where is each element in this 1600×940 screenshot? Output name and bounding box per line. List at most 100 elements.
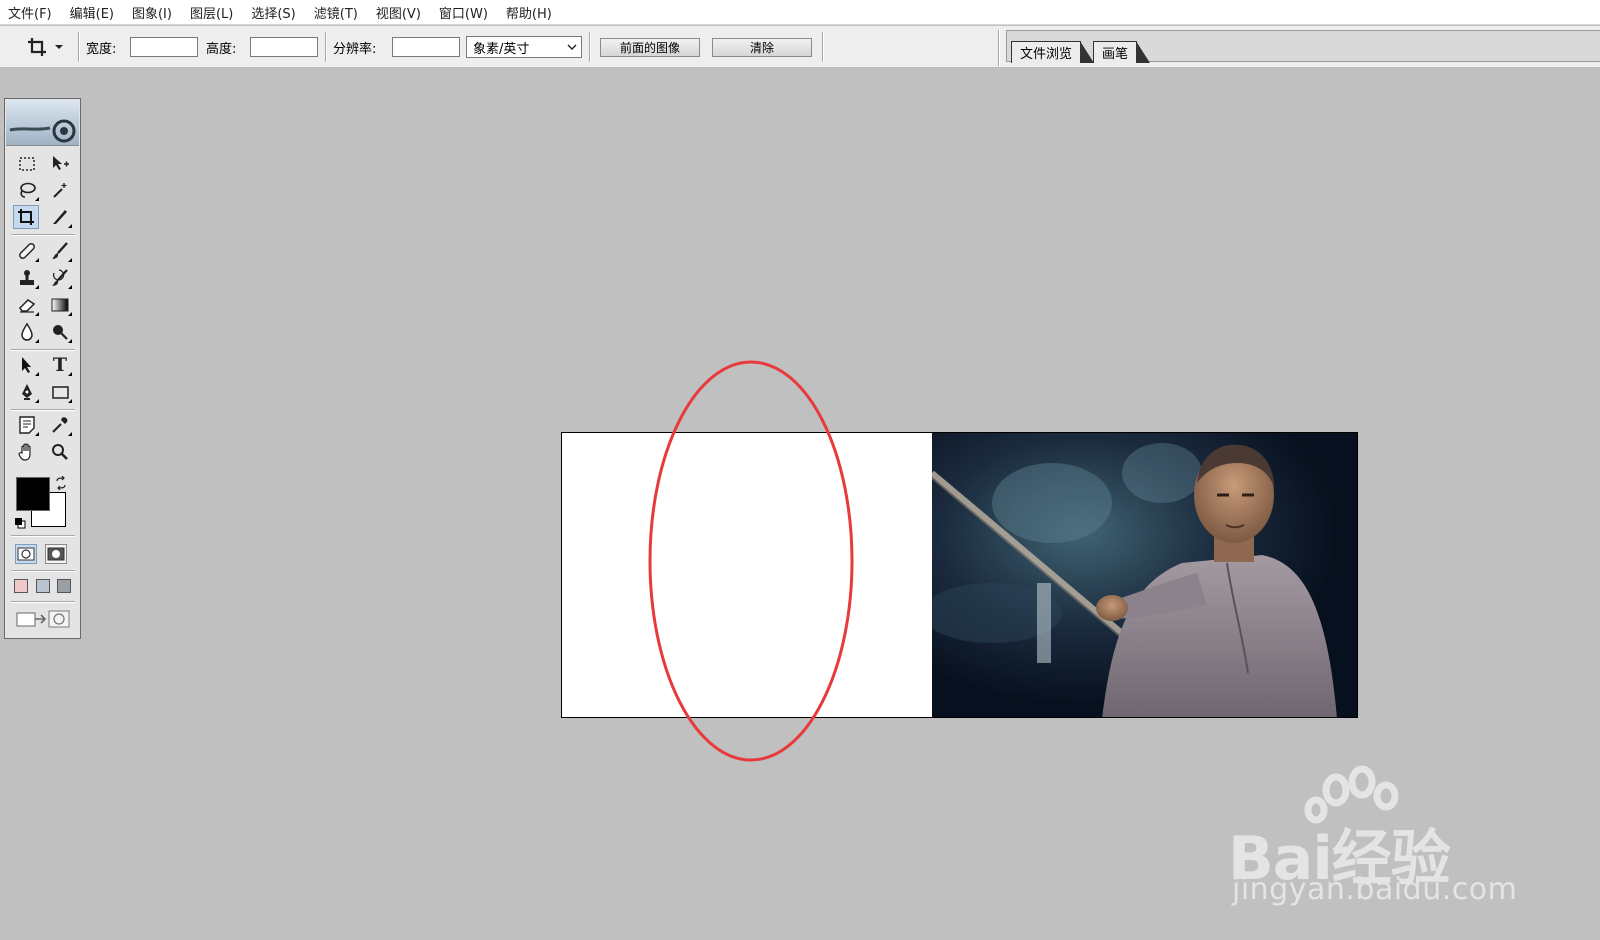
healing-brush-tool[interactable]	[14, 239, 40, 263]
shape-tool[interactable]	[47, 380, 73, 404]
chevron-down-icon	[567, 44, 577, 50]
move-tool[interactable]	[47, 152, 73, 176]
toolbox-divider	[11, 535, 75, 537]
menu-select[interactable]: 选择(S)	[251, 3, 295, 22]
jump-to-icon	[16, 610, 70, 628]
magic-wand-tool[interactable]	[47, 178, 73, 202]
path-selection-tool[interactable]	[14, 353, 40, 377]
toolbox-header[interactable]	[6, 100, 79, 146]
jump-to-imageready-button[interactable]	[15, 608, 73, 630]
type-tool[interactable]: T	[47, 353, 73, 377]
tool-options-bar: 宽度: 高度: 分辨率: 象素/英寸 前面的图像 清除 文件浏览 画笔	[0, 26, 1600, 68]
dodge-icon	[53, 325, 68, 340]
type-icon: T	[52, 354, 68, 376]
menu-layer[interactable]: 图层(L)	[190, 3, 233, 22]
tab-brushes[interactable]: 画笔	[1093, 41, 1151, 63]
standard-screen-mode-button[interactable]	[14, 579, 28, 593]
front-image-button[interactable]: 前面的图像	[600, 37, 700, 57]
width-field[interactable]	[130, 37, 198, 57]
crop-tool[interactable]	[13, 205, 39, 229]
slice-tool[interactable]	[47, 205, 73, 229]
default-colors-icon[interactable]	[14, 517, 26, 529]
resolution-unit-value: 象素/英寸	[473, 41, 530, 57]
toolbox-divider	[11, 601, 75, 603]
width-label: 宽度:	[86, 41, 117, 57]
zoom-tool[interactable]	[47, 440, 73, 464]
divider	[998, 30, 1000, 66]
crop-icon	[18, 209, 34, 225]
gradient-icon	[51, 298, 69, 312]
chevron-down-icon	[55, 45, 63, 49]
tab-file-browser[interactable]: 文件浏览	[1011, 41, 1095, 63]
palette-well: 文件浏览 画笔	[1006, 30, 1600, 63]
divider	[78, 32, 80, 62]
resolution-label: 分辨率:	[333, 41, 377, 57]
menu-edit[interactable]: 编辑(E)	[70, 3, 114, 22]
resolution-unit-select[interactable]: 象素/英寸	[466, 36, 582, 58]
history-brush-tool[interactable]	[47, 266, 73, 290]
toolbox-divider	[11, 234, 75, 236]
clone-stamp-tool[interactable]	[14, 266, 40, 290]
foreground-color-swatch[interactable]	[16, 477, 50, 511]
full-screen-menu-mode-button[interactable]	[36, 579, 50, 593]
menu-file[interactable]: 文件(F)	[8, 3, 52, 22]
toolbox-divider	[11, 409, 75, 411]
hand-tool[interactable]	[14, 440, 40, 464]
eraser-tool[interactable]	[14, 293, 40, 317]
menu-bar: 文件(F) 编辑(E) 图象(I) 图层(L) 选择(S) 滤镜(T) 视图(V…	[0, 0, 1600, 25]
menu-filter[interactable]: 滤镜(T)	[314, 3, 358, 22]
gradient-tool[interactable]	[47, 293, 73, 317]
clear-button[interactable]: 清除	[712, 37, 812, 57]
eyedropper-tool[interactable]	[47, 413, 73, 437]
height-label: 高度:	[206, 41, 237, 57]
marquee-tool[interactable]	[14, 152, 40, 176]
menu-view[interactable]: 视图(V)	[376, 3, 421, 22]
swap-colors-icon[interactable]	[54, 476, 68, 490]
pen-tool[interactable]	[14, 380, 40, 404]
zoom-icon	[52, 444, 68, 460]
tool-preset-picker[interactable]	[26, 26, 64, 68]
pen-icon	[22, 384, 32, 400]
path-selection-icon	[22, 357, 31, 373]
photo-content	[932, 433, 1357, 717]
magic-wand-icon	[53, 183, 67, 198]
app-logo-icon	[9, 119, 76, 143]
height-field[interactable]	[250, 37, 318, 57]
history-brush-icon	[52, 269, 68, 286]
crop-icon	[28, 38, 46, 56]
dodge-tool[interactable]	[47, 320, 73, 344]
move-icon	[53, 156, 69, 170]
annotation-ellipse	[648, 360, 854, 762]
menu-help[interactable]: 帮助(H)	[506, 3, 552, 22]
divider	[822, 32, 824, 62]
healing-brush-icon	[19, 243, 35, 259]
standard-mode-button[interactable]	[15, 544, 37, 564]
quick-mask-icon	[47, 547, 65, 561]
divider	[325, 32, 327, 62]
blur-tool[interactable]	[14, 320, 40, 344]
brush-tool[interactable]	[47, 239, 73, 263]
shape-icon	[52, 386, 69, 399]
photo-image	[932, 433, 1357, 717]
resolution-field[interactable]	[392, 37, 460, 57]
full-screen-mode-button[interactable]	[57, 579, 71, 593]
baidu-jingyan-watermark: Bai经验 jingyan.baidu.com	[1228, 765, 1528, 910]
lasso-tool[interactable]	[14, 178, 40, 202]
divider	[589, 32, 591, 62]
menu-window[interactable]: 窗口(W)	[439, 3, 488, 22]
toolbox-divider	[11, 570, 75, 572]
notes-tool[interactable]	[14, 413, 40, 437]
marquee-icon	[19, 157, 35, 171]
toolbox-divider	[11, 349, 75, 351]
lasso-icon	[20, 182, 36, 198]
eyedropper-icon	[52, 417, 68, 433]
standard-mode-icon	[17, 547, 35, 561]
menu-image[interactable]: 图象(I)	[132, 3, 172, 22]
toolbox: T	[4, 98, 81, 639]
clone-stamp-icon	[20, 270, 34, 285]
hand-icon	[18, 443, 31, 461]
blur-icon	[21, 322, 33, 341]
quick-mask-button[interactable]	[45, 544, 67, 564]
notes-icon	[19, 416, 35, 434]
slice-icon	[53, 210, 67, 224]
